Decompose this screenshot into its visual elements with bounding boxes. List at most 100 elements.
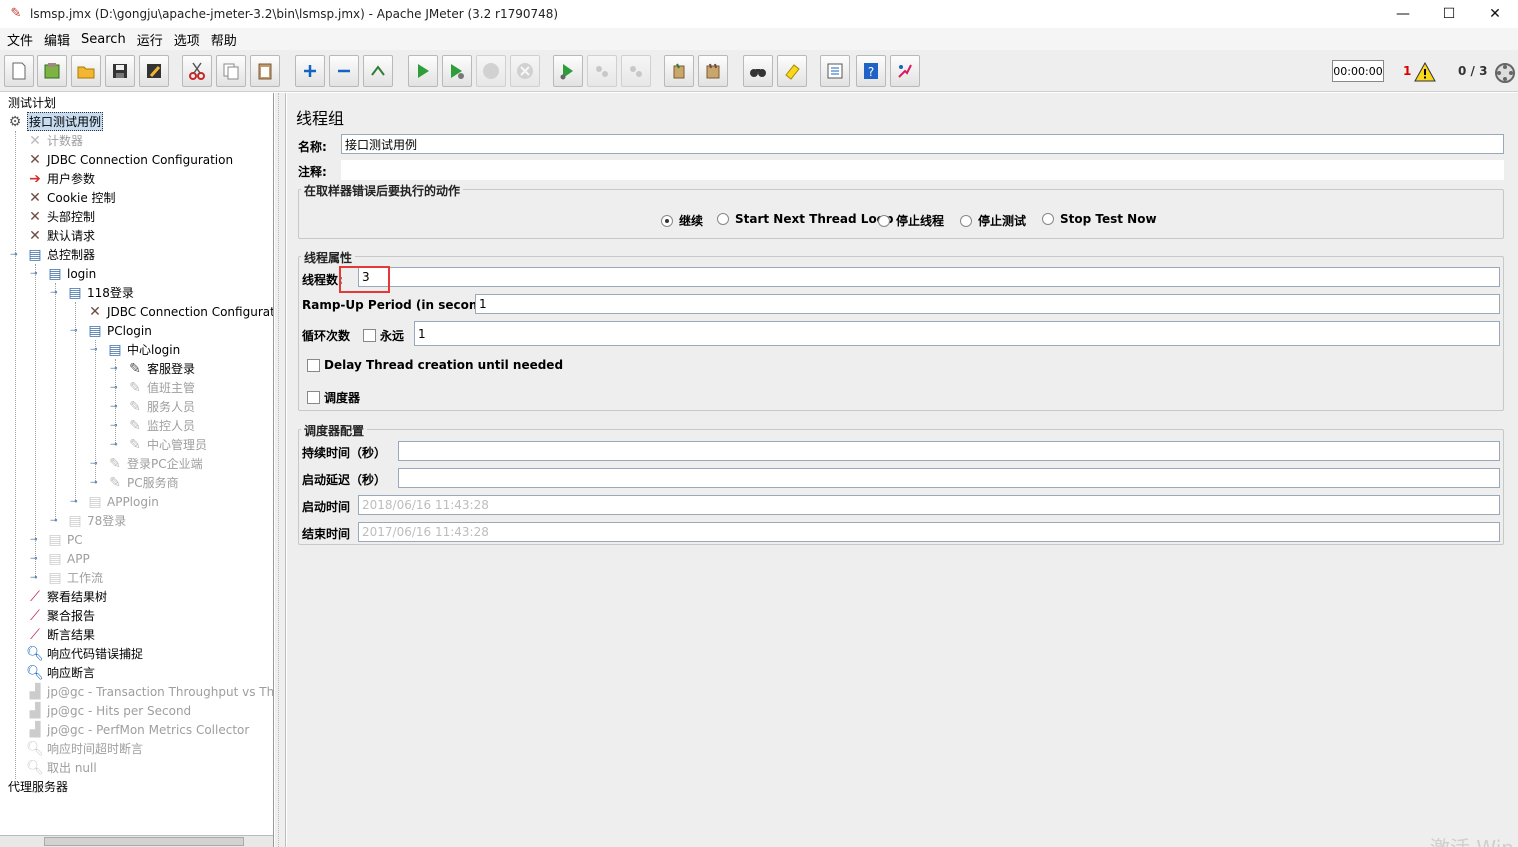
clear-button[interactable] bbox=[664, 55, 694, 87]
tree-node-request-defaults[interactable]: ✕ 默认请求 bbox=[26, 226, 95, 245]
expand-handle-icon[interactable]: ⊸ bbox=[90, 478, 100, 487]
menu-run[interactable]: 运行 bbox=[134, 30, 171, 49]
expand-button[interactable] bbox=[295, 55, 325, 87]
expand-handle-icon[interactable]: ⊸ bbox=[30, 535, 40, 544]
threads-field[interactable]: 3 bbox=[358, 267, 1500, 287]
tree-node-proxy-server[interactable]: 代理服务器 bbox=[8, 777, 68, 796]
radio-stop-test-now[interactable]: Stop Test Now bbox=[1042, 212, 1157, 226]
clear-all-button[interactable] bbox=[698, 55, 728, 87]
tree-node-center-admin[interactable]: ⊸ ✎ 中心管理员 bbox=[110, 435, 207, 454]
tree-node-118-login[interactable]: ⊸ ▤ 118登录 bbox=[50, 283, 134, 302]
toggle-button[interactable] bbox=[363, 55, 393, 87]
radio-start-next-loop[interactable]: Start Next Thread Loop bbox=[717, 212, 894, 226]
save-button[interactable] bbox=[105, 55, 135, 87]
expand-handle-icon[interactable]: ⊸ bbox=[70, 326, 80, 335]
tree-node-center-login[interactable]: ⊸ ▤ 中心login bbox=[90, 340, 180, 359]
tree-node-extract-null[interactable]: 🔍︎ 取出 null bbox=[26, 758, 97, 777]
open-button[interactable] bbox=[71, 55, 101, 87]
scheduler-checkbox[interactable]: 调度器 bbox=[307, 389, 360, 406]
end-time-field[interactable]: 2017/06/16 11:43:28 bbox=[358, 522, 1500, 542]
tree-node-jdbc-config-2[interactable]: ✕ JDBC Connection Configuratio bbox=[86, 302, 273, 321]
menu-help[interactable]: 帮助 bbox=[208, 30, 245, 49]
function-helper-button[interactable] bbox=[820, 55, 850, 87]
expand-handle-icon[interactable]: ⊸ bbox=[50, 288, 60, 297]
expand-handle-icon[interactable]: ⊸ bbox=[90, 345, 100, 354]
tree-node-perfmon-collector[interactable]: ▟ jp@gc - PerfMon Metrics Collector bbox=[26, 720, 250, 739]
tree-node-cookie-manager[interactable]: ✕ Cookie 控制 bbox=[26, 188, 115, 207]
tree-node-response-assertion[interactable]: 🔍︎ 响应断言 bbox=[26, 663, 95, 682]
tree-node-workflow[interactable]: ⊸ ▤ 工作流 bbox=[30, 568, 103, 587]
pane-splitter[interactable] bbox=[275, 93, 286, 847]
tree-node-assertion-results[interactable]: ⟋ 断言结果 bbox=[26, 625, 95, 644]
expand-handle-icon[interactable]: ⊸ bbox=[110, 421, 120, 430]
tree-node-pc[interactable]: ⊸ ▤ PC bbox=[30, 530, 83, 549]
minimize-button[interactable]: — bbox=[1380, 0, 1426, 28]
collapse-button[interactable] bbox=[329, 55, 359, 87]
expand-handle-icon[interactable]: ⊸ bbox=[30, 269, 40, 278]
search-button[interactable] bbox=[743, 55, 773, 87]
expand-handle-icon[interactable]: ⊸ bbox=[110, 364, 120, 373]
tree-node-service-staff[interactable]: ⊸ ✎ 服务人员 bbox=[110, 397, 195, 416]
menu-file[interactable]: 文件 bbox=[4, 30, 41, 49]
tree-node-user-params[interactable]: ➔ 用户参数 bbox=[26, 169, 95, 188]
help-button[interactable]: ? bbox=[856, 55, 886, 87]
loop-count-field[interactable]: 1 bbox=[414, 321, 1500, 346]
expand-handle-icon[interactable]: ⊸ bbox=[90, 459, 100, 468]
forever-checkbox[interactable]: 永远 bbox=[363, 327, 404, 344]
tree-node-78-login[interactable]: ⊸ ▤ 78登录 bbox=[50, 511, 126, 530]
menu-search[interactable]: Search bbox=[78, 32, 134, 47]
expand-handle-icon[interactable]: ⊸ bbox=[50, 516, 60, 525]
tree-node-aggregate-report[interactable]: ⟋ 聚合报告 bbox=[26, 606, 95, 625]
remote-stop-button[interactable] bbox=[587, 55, 617, 87]
rampup-field[interactable]: 1 bbox=[475, 294, 1500, 314]
menu-options[interactable]: 选项 bbox=[171, 30, 208, 49]
tree-node-test-plan[interactable]: 测试计划 bbox=[8, 93, 56, 112]
start-button[interactable] bbox=[408, 55, 438, 87]
copy-button[interactable] bbox=[216, 55, 246, 87]
shutdown-button[interactable] bbox=[510, 55, 540, 87]
radio-continue[interactable]: 继续 bbox=[661, 212, 703, 229]
expand-handle-icon[interactable]: ⊸ bbox=[110, 402, 120, 411]
test-plan-tree[interactable]: 测试计划 ⚙ 接口测试用例 ✕ 计数器 ✕ JDBC Connection Co… bbox=[0, 93, 274, 847]
new-button[interactable] bbox=[4, 55, 34, 87]
tree-node-hits-per-second[interactable]: ▟ jp@gc - Hits per Second bbox=[26, 701, 192, 720]
reset-search-button[interactable] bbox=[777, 55, 807, 87]
tree-node-thread-group[interactable]: ⚙ 接口测试用例 bbox=[6, 112, 104, 131]
tree-horizontal-scrollbar[interactable] bbox=[0, 835, 273, 847]
start-no-pauses-button[interactable] bbox=[442, 55, 472, 87]
tree-node-pc-enterprise-login[interactable]: ⊸ ✎ 登录PC企业端 bbox=[90, 454, 203, 473]
name-field[interactable]: 接口测试用例 bbox=[341, 134, 1504, 154]
warning-icon[interactable] bbox=[1414, 62, 1436, 82]
expand-handle-icon[interactable]: ⊸ bbox=[110, 440, 120, 449]
comment-field[interactable] bbox=[341, 160, 1504, 180]
expand-handle-icon[interactable]: ⊸ bbox=[110, 383, 120, 392]
tree-node-header-manager[interactable]: ✕ 头部控制 bbox=[26, 207, 95, 226]
tree-node-jdbc-config[interactable]: ✕ JDBC Connection Configuration bbox=[26, 150, 233, 169]
radio-stop-test[interactable]: 停止测试 bbox=[960, 212, 1026, 229]
scrollbar-thumb[interactable] bbox=[44, 837, 244, 846]
tree-node-pclogin[interactable]: ⊸ ▤ PClogin bbox=[70, 321, 152, 340]
menu-edit[interactable]: 编辑 bbox=[41, 30, 78, 49]
duration-field[interactable] bbox=[398, 441, 1500, 461]
radio-stop-thread[interactable]: 停止线程 bbox=[878, 212, 944, 229]
tree-node-monitor-staff[interactable]: ⊸ ✎ 监控人员 bbox=[110, 416, 195, 435]
expand-handle-icon[interactable]: ⊸ bbox=[10, 250, 20, 259]
expand-handle-icon[interactable]: ⊸ bbox=[30, 554, 40, 563]
tree-node-app[interactable]: ⊸ ▤ APP bbox=[30, 549, 90, 568]
tree-node-transaction-throughput[interactable]: ▟ jp@gc - Transaction Throughput vs Thre… bbox=[26, 682, 273, 701]
tree-node-response-time-assertion[interactable]: 🔍︎ 响应时间超时断言 bbox=[26, 739, 143, 758]
paste-button[interactable] bbox=[250, 55, 280, 87]
delay-thread-creation-checkbox[interactable]: Delay Thread creation until needed bbox=[307, 358, 563, 372]
save-as-button[interactable] bbox=[139, 55, 169, 87]
startup-delay-field[interactable] bbox=[398, 468, 1500, 488]
remote-shutdown-button[interactable] bbox=[621, 55, 651, 87]
tree-node-results-tree[interactable]: ⟋ 察看结果树 bbox=[26, 587, 107, 606]
close-button[interactable]: ✕ bbox=[1472, 0, 1518, 28]
templates-button[interactable] bbox=[37, 55, 67, 87]
stop-button[interactable] bbox=[476, 55, 506, 87]
tree-node-login[interactable]: ⊸ ▤ login bbox=[30, 264, 96, 283]
expand-handle-icon[interactable]: ⊸ bbox=[30, 573, 40, 582]
maximize-button[interactable]: ☐ bbox=[1426, 0, 1472, 28]
tree-node-main-controller[interactable]: ⊸ ▤ 总控制器 bbox=[10, 245, 95, 264]
tree-node-counter[interactable]: ✕ 计数器 bbox=[26, 131, 83, 150]
